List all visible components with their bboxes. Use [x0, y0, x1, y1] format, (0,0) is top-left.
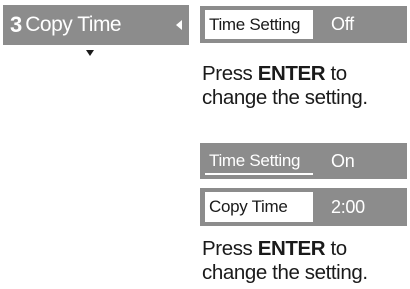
copy-time-label: Copy Time [205, 192, 313, 222]
arrow-down-icon [86, 50, 94, 56]
copy-time-value: 2:00 [331, 196, 365, 217]
copy-time-row[interactable]: Copy Time 2:00 [200, 188, 407, 226]
arrow-left-icon [176, 20, 182, 30]
time-setting-value: Off [331, 14, 354, 34]
enter-key-label: ENTER [257, 62, 326, 85]
menu-item-copy-time[interactable]: 3 Copy Time [3, 5, 189, 45]
time-setting-row-off[interactable]: Time Setting Off [200, 6, 407, 43]
instruction-text: Press ENTER to change the setting. [202, 237, 368, 284]
enter-key-label: ENTER [257, 237, 326, 260]
time-setting-row-on[interactable]: Time Setting On [200, 143, 407, 179]
menu-item-number: 3 [10, 12, 22, 37]
time-setting-label: Time Setting [205, 147, 313, 175]
time-setting-label: Time Setting [205, 10, 313, 39]
menu-item-label: Copy Time [25, 13, 122, 36]
time-setting-value: On [331, 150, 355, 171]
instruction-text: Press ENTER to change the setting. [202, 62, 368, 109]
